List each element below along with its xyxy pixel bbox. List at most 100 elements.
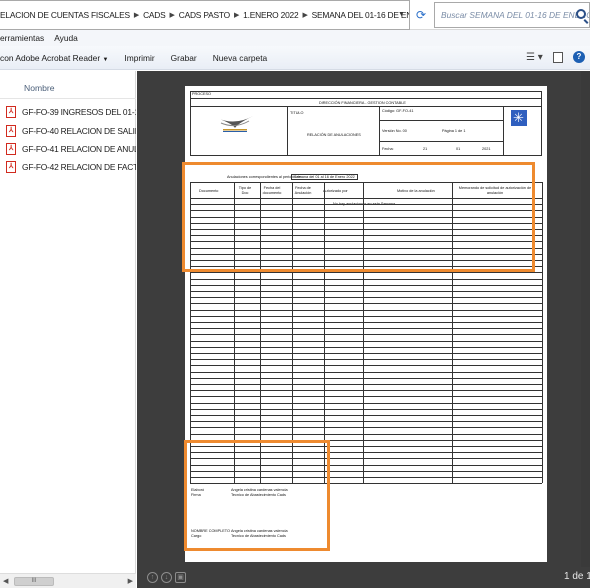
scroll-thumb[interactable]: III — [14, 577, 54, 586]
crumb-5[interactable]: SEMANA DEL 01-16 DE ENERO 22 — [312, 10, 409, 20]
burn-button[interactable]: Grabar — [171, 53, 197, 63]
previous-page-icon[interactable]: ↑ — [147, 572, 158, 583]
table-grid-line — [190, 408, 542, 410]
table-grid-line — [190, 371, 542, 373]
version-text: Versión No. 00 — [382, 129, 407, 133]
table-grid-line — [190, 427, 542, 429]
table-grid-line — [190, 315, 542, 317]
page-count: 1 de 1 — [564, 571, 590, 582]
institution-seal-icon — [511, 110, 527, 126]
file-name: GF-FO-42 RELACION DE FACTU — [22, 162, 136, 172]
fecha-year: 2021 — [482, 147, 491, 151]
command-toolbar: con Adobe Acrobat Reader ▼ Imprimir Grab… — [0, 46, 590, 70]
chevron-right-icon: ▶ — [169, 12, 175, 19]
direccion-text: DIRECCIÓN FINANCIERA - GESTION CONTABLE — [319, 101, 406, 105]
pdf-file-icon: ⅄ — [6, 143, 16, 155]
breadcrumb[interactable]: ELACION DE CUENTAS FISCALES ▶ CADS ▶ CAD… — [0, 0, 410, 30]
table-grid-line — [190, 334, 542, 336]
search-icon[interactable] — [576, 9, 586, 19]
column-header-name[interactable]: Nombre — [0, 71, 136, 99]
table-grid-line — [190, 297, 542, 299]
view-options-icon[interactable]: ☰ ▾ — [526, 52, 546, 64]
scroll-right-icon[interactable]: ▶ — [128, 577, 133, 585]
divider — [503, 106, 504, 156]
highlight-box-table — [182, 162, 535, 272]
table-grid-line — [190, 284, 542, 286]
table-grid-line — [190, 346, 542, 348]
file-name: GF-FO-41 RELACION DE ANULA — [22, 144, 136, 154]
fecha-day: 21 — [423, 147, 428, 151]
print-button[interactable]: Imprimir — [124, 53, 154, 63]
table-grid-line — [190, 340, 542, 342]
new-folder-button[interactable]: Nueva carpeta — [213, 53, 267, 63]
menu-ayuda[interactable]: Ayuda — [54, 33, 78, 43]
column-header-label: Nombre — [24, 83, 55, 93]
table-grid-line — [190, 390, 542, 392]
file-list-pane: Nombre ⅄ GF-FO-39 INGRESOS DEL 01-16 ⅄ G… — [0, 71, 136, 588]
pdf-file-icon: ⅄ — [6, 161, 16, 173]
table-grid-line — [190, 377, 542, 379]
list-item[interactable]: ⅄ GF-FO-40 RELACION DE SALIDA — [0, 123, 136, 139]
next-page-icon[interactable]: ↓ — [161, 572, 172, 583]
titulo-text: RELACIÓN DE ANULACIONES — [307, 133, 361, 137]
proceso-label: PROCESO — [192, 92, 211, 96]
table-grid-line — [190, 384, 542, 385]
divider — [379, 106, 380, 156]
list-item[interactable]: ⅄ GF-FO-41 RELACION DE ANULA — [0, 141, 136, 157]
refresh-icon[interactable]: ⟳ — [412, 6, 430, 24]
table-grid-line — [190, 415, 542, 416]
scroll-left-icon[interactable]: ◀ — [3, 577, 8, 585]
table-grid-line — [190, 365, 542, 367]
chevron-right-icon: ▶ — [133, 12, 140, 19]
divider — [287, 106, 288, 156]
preview-pane-icon[interactable] — [553, 52, 563, 63]
divider — [190, 106, 542, 107]
titulo-label: TITULO — [290, 111, 304, 115]
list-item[interactable]: ⅄ GF-FO-42 RELACION DE FACTU — [0, 159, 136, 175]
fecha-label: Fecha: — [382, 147, 394, 151]
codigo-text: Código: GF-FO-41 — [382, 109, 414, 113]
table-grid-line — [190, 421, 542, 423]
table-grid-line — [190, 402, 542, 404]
address-bar: ELACION DE CUENTAS FISCALES ▶ CADS ▶ CAD… — [0, 0, 590, 30]
preview-nav-bar — [137, 567, 590, 588]
table-grid-line — [190, 396, 542, 398]
horizontal-scrollbar[interactable]: ◀ III ▶ — [0, 573, 136, 588]
agency-logo — [217, 116, 253, 132]
crumb-2[interactable]: CADS — [143, 10, 166, 20]
table-grid-line — [542, 182, 543, 484]
table-grid-line — [190, 291, 542, 292]
divider — [190, 98, 542, 99]
table-grid-line — [190, 272, 542, 274]
table-grid-line — [190, 359, 542, 361]
list-item[interactable]: ⅄ GF-FO-39 INGRESOS DEL 01-16 — [0, 104, 136, 120]
divider — [379, 120, 503, 121]
crumb-1[interactable]: ELACION DE CUENTAS FISCALES — [0, 10, 130, 20]
file-name: GF-FO-40 RELACION DE SALIDA — [22, 126, 136, 136]
menu-bar: erramientas Ayuda — [0, 30, 590, 46]
highlight-box-signature — [184, 440, 330, 551]
search-placeholder: Buscar SEMANA DEL 01-16 DE ENERO... — [441, 10, 590, 20]
help-icon[interactable]: ? — [573, 51, 585, 63]
fit-page-icon[interactable]: ▣ — [175, 572, 186, 583]
pdf-file-icon: ⅄ — [6, 125, 16, 137]
pagina-text: Página 1 de 1 — [442, 129, 466, 133]
chevron-down-icon[interactable]: ▼ — [398, 11, 405, 18]
preview-pane: PROCESO DIRECCIÓN FINANCIERA - GESTION C… — [137, 71, 590, 588]
search-input[interactable]: Buscar SEMANA DEL 01-16 DE ENERO... — [434, 2, 590, 28]
table-grid-line — [190, 278, 542, 280]
table-grid-line — [190, 309, 542, 311]
vertical-scrollbar[interactable] — [581, 71, 590, 567]
open-with-button[interactable]: con Adobe Acrobat Reader ▼ — [0, 53, 108, 63]
pdf-file-icon: ⅄ — [6, 106, 16, 118]
chevron-right-icon: ▶ — [233, 12, 240, 19]
table-grid-line — [190, 433, 542, 435]
table-grid-line — [190, 303, 542, 305]
table-grid-line — [190, 328, 542, 330]
table-grid-line — [190, 353, 542, 354]
menu-herramientas[interactable]: erramientas — [0, 33, 44, 43]
divider — [379, 141, 503, 142]
chevron-right-icon: ▶ — [302, 12, 308, 19]
crumb-4[interactable]: 1.ENERO 2022 — [243, 10, 299, 20]
crumb-3[interactable]: CADS PASTO — [179, 10, 230, 20]
